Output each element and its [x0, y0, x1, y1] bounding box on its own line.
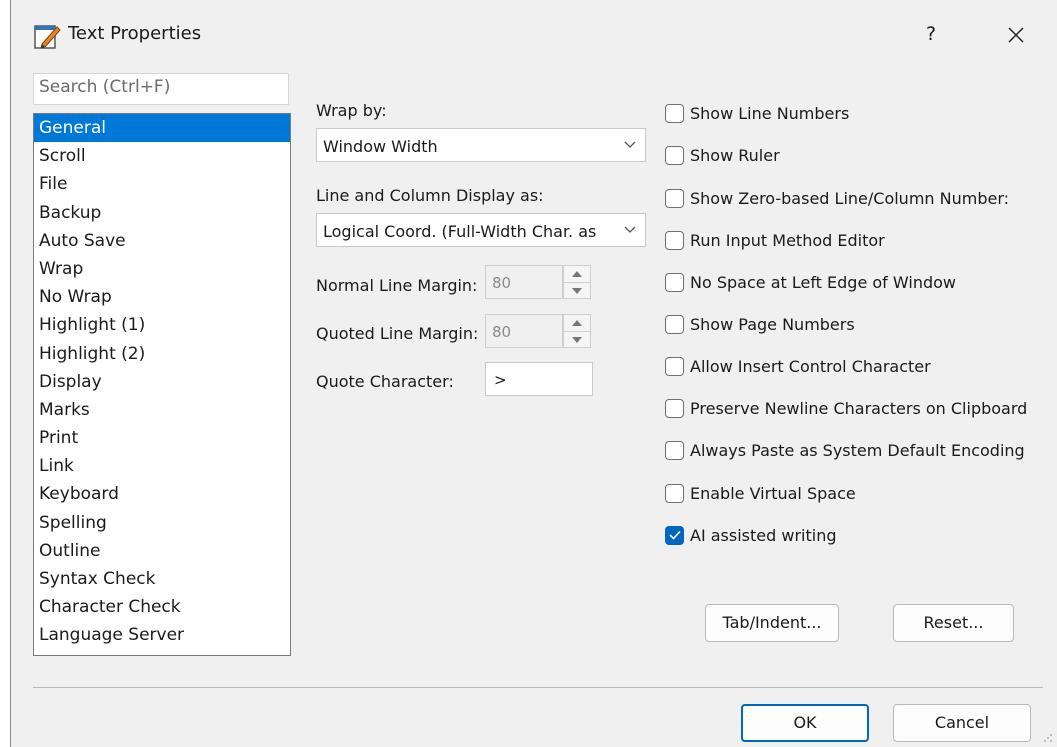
option-row[interactable]: Run Input Method Editor	[665, 228, 885, 252]
option-label: Always Paste as System Default Encoding	[690, 440, 1025, 460]
close-button[interactable]	[991, 14, 1041, 54]
wrap-by-label: Wrap by:	[316, 101, 387, 120]
checkbox-icon[interactable]	[665, 188, 684, 208]
option-label: Show Line Numbers	[690, 103, 850, 123]
chevron-down-icon	[624, 141, 636, 148]
checkbox-icon[interactable]	[665, 272, 684, 292]
category-item[interactable]: Keyboard	[34, 480, 290, 508]
quote-char-label: Quote Character:	[316, 372, 454, 391]
option-label: Show Ruler	[690, 145, 780, 165]
category-item[interactable]: Highlight (2)	[34, 340, 290, 368]
category-item[interactable]: No Wrap	[34, 283, 290, 311]
category-item[interactable]: Character Check	[34, 593, 290, 621]
option-row[interactable]: Enable Virtual Space	[665, 481, 856, 505]
quoted-margin-input[interactable]: 80	[485, 314, 563, 348]
line-column-value: Logical Coord. (Full-Width Char. as	[323, 222, 597, 241]
category-item[interactable]: Scroll	[34, 142, 290, 170]
wrap-by-dropdown[interactable]: Window Width	[316, 128, 646, 162]
category-item[interactable]: Syntax Check	[34, 565, 290, 593]
normal-margin-input[interactable]: 80	[485, 265, 563, 299]
option-row[interactable]: AI assisted writing	[665, 523, 837, 547]
option-label: Enable Virtual Space	[690, 483, 856, 503]
option-row[interactable]: Show Page Numbers	[665, 312, 855, 336]
spin-down-icon[interactable]	[564, 332, 590, 348]
option-row[interactable]: No Space at Left Edge of Window	[665, 270, 956, 294]
option-row[interactable]: Preserve Newline Characters on Clipboard	[665, 396, 1027, 420]
category-item[interactable]: Link	[34, 452, 290, 480]
spin-up-icon[interactable]	[564, 266, 590, 283]
category-item[interactable]: Marks	[34, 396, 290, 424]
category-item[interactable]: Spelling	[34, 509, 290, 537]
spin-down-icon[interactable]	[564, 283, 590, 299]
resize-grip-icon[interactable]	[1043, 733, 1053, 743]
checkbox-icon[interactable]	[665, 145, 684, 165]
checkbox-icon[interactable]	[665, 314, 684, 334]
checkbox-icon[interactable]	[665, 103, 684, 123]
option-row[interactable]: Always Paste as System Default Encoding	[665, 438, 1025, 462]
checkbox-icon[interactable]	[665, 440, 684, 460]
search-input[interactable]: Search (Ctrl+F)	[33, 73, 289, 105]
chevron-down-icon	[624, 226, 636, 233]
help-button[interactable]: ?	[909, 14, 953, 54]
normal-margin-spinner[interactable]	[563, 265, 591, 299]
quoted-margin-spinner[interactable]	[563, 314, 591, 348]
checkbox-checked-icon[interactable]	[665, 525, 684, 545]
category-item[interactable]: Wrap	[34, 255, 290, 283]
option-row[interactable]: Show Zero-based Line/Column Number:	[665, 186, 1009, 210]
category-item[interactable]: File	[34, 170, 290, 198]
wrap-by-value: Window Width	[323, 137, 438, 156]
option-label: AI assisted writing	[690, 525, 837, 545]
quote-char-input[interactable]: >	[485, 362, 593, 396]
checkbox-icon[interactable]	[665, 230, 684, 250]
category-item[interactable]: Auto Save	[34, 227, 290, 255]
close-icon	[1008, 26, 1024, 43]
tab-indent-button[interactable]: Tab/Indent...	[705, 604, 839, 642]
cancel-button[interactable]: Cancel	[893, 704, 1031, 742]
divider	[33, 687, 1043, 688]
checkbox-icon[interactable]	[665, 356, 684, 376]
option-label: Show Page Numbers	[690, 314, 855, 334]
option-row[interactable]: Allow Insert Control Character	[665, 354, 931, 378]
ok-button[interactable]: OK	[741, 704, 869, 742]
text-properties-dialog: Text Properties ? Search (Ctrl+F) Genera…	[10, 0, 1057, 747]
category-item[interactable]: Outline	[34, 537, 290, 565]
notepad-pen-icon	[34, 25, 61, 49]
category-item[interactable]: Backup	[34, 199, 290, 227]
line-column-dropdown[interactable]: Logical Coord. (Full-Width Char. as	[316, 213, 646, 247]
line-column-label: Line and Column Display as:	[316, 186, 544, 205]
spin-up-icon[interactable]	[564, 315, 590, 332]
category-list[interactable]: General Scroll File Backup Auto Save Wrap No W…	[33, 113, 291, 656]
title-bar: Text Properties ?	[11, 0, 1057, 70]
category-item[interactable]: Highlight (1)	[34, 311, 290, 339]
category-item[interactable]: General	[34, 114, 290, 143]
option-label: Allow Insert Control Character	[690, 356, 931, 376]
category-item[interactable]: Language Server	[34, 621, 290, 649]
option-label: Preserve Newline Characters on Clipboard	[690, 398, 1028, 418]
option-label: Run Input Method Editor	[690, 230, 885, 250]
checkbox-icon[interactable]	[665, 483, 684, 503]
option-row[interactable]: Show Ruler	[665, 143, 780, 167]
option-label: Show Zero-based Line/Column Number:	[690, 188, 1010, 208]
normal-margin-label: Normal Line Margin:	[316, 276, 478, 295]
category-item[interactable]: Print	[34, 424, 290, 452]
reset-button[interactable]: Reset...	[893, 604, 1014, 642]
option-label: No Space at Left Edge of Window	[690, 272, 956, 292]
quoted-margin-label: Quoted Line Margin:	[316, 324, 479, 343]
checkbox-icon[interactable]	[665, 398, 684, 418]
category-item[interactable]: Display	[34, 368, 290, 396]
dialog-title: Text Properties	[68, 23, 202, 44]
option-row[interactable]: Show Line Numbers	[665, 101, 849, 125]
